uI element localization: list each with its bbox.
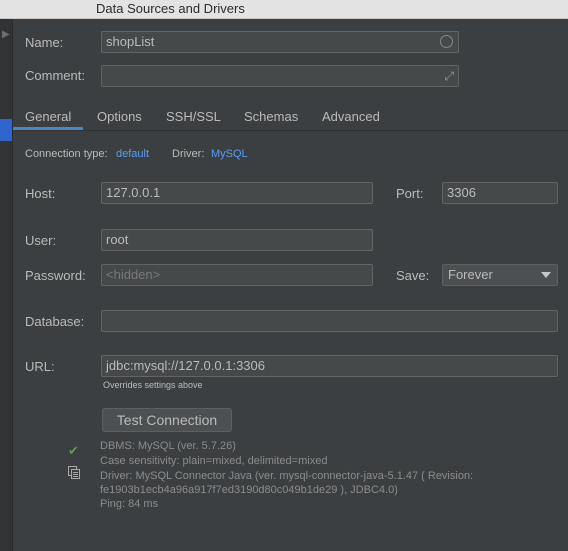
comment-field[interactable]: ⤢ (101, 65, 459, 87)
password-placeholder: <hidden> (106, 267, 161, 282)
status-line-dbms: DBMS: MySQL (ver. 5.7.26) (100, 440, 236, 452)
driver-label: Driver: (172, 148, 205, 160)
port-label: Port: (396, 186, 424, 201)
left-strip: ▶ (0, 19, 13, 551)
comment-label: Comment: (25, 68, 85, 83)
url-field[interactable]: jdbc:mysql://127.0.0.1:3306 (101, 355, 558, 377)
tab-general-label: General (25, 109, 72, 124)
tab-schemas-label: Schemas (244, 109, 299, 124)
url-value: jdbc:mysql://127.0.0.1:3306 (106, 358, 265, 373)
expand-icon[interactable]: ⤢ (444, 66, 454, 86)
copy-icon[interactable] (68, 466, 80, 479)
database-label: Database: (25, 314, 85, 329)
status-line-case: Case sensitivity: plain=mixed, delimited… (100, 455, 328, 467)
status-line-driver: Driver: MySQL Connector Java (ver. mysql… (100, 470, 474, 482)
title-bar: Data Sources and Drivers (0, 0, 568, 19)
window-title: Data Sources and Drivers (96, 1, 245, 16)
host-field[interactable]: 127.0.0.1 (101, 182, 373, 204)
chevron-down-icon (541, 272, 551, 278)
name-field[interactable]: shopList (101, 31, 459, 53)
driver-link[interactable]: MySQL (211, 148, 248, 160)
name-label: Name: (25, 35, 64, 50)
port-value: 3306 (447, 185, 476, 200)
url-hint: Overrides settings above (103, 380, 203, 390)
tab-options[interactable]: Options (97, 106, 142, 130)
collapse-arrow-icon[interactable]: ▶ (2, 29, 10, 40)
tab-schemas[interactable]: Schemas (244, 106, 298, 130)
check-icon: ✔ (68, 443, 79, 458)
status-line-ping: Ping: 84 ms (100, 498, 159, 510)
save-label: Save: (396, 268, 430, 283)
port-field[interactable]: 3306 (442, 182, 558, 204)
user-value: root (106, 232, 129, 247)
color-circle-icon[interactable] (440, 35, 453, 48)
name-value: shopList (106, 34, 155, 49)
host-label: Host: (25, 186, 56, 201)
tab-ssh-ssl[interactable]: SSH/SSL (166, 106, 221, 130)
tab-ssh-ssl-label: SSH/SSL (166, 109, 221, 124)
tab-general[interactable]: General (13, 106, 83, 130)
password-label: Password: (25, 268, 86, 283)
host-value: 127.0.0.1 (106, 185, 161, 200)
tab-bar: General Options SSH/SSL Schemas Advanced (13, 106, 568, 131)
user-field[interactable]: root (101, 229, 373, 251)
tab-advanced-label: Advanced (322, 109, 380, 124)
password-field[interactable]: <hidden> (101, 264, 373, 286)
status-line-revision: fe1903b1ecb4a96a917f7ed3190d80c049b1de29… (100, 484, 398, 496)
save-value: Forever (448, 267, 493, 282)
test-connection-label: Test Connection (116, 412, 218, 428)
url-label: URL: (25, 359, 55, 374)
test-connection-button[interactable]: Test Connection (102, 408, 232, 432)
save-dropdown[interactable]: Forever (442, 264, 558, 286)
database-field[interactable] (101, 310, 558, 332)
selection-indicator (0, 119, 12, 141)
connection-type-link[interactable]: default (116, 148, 149, 160)
connection-type-label: Connection type: (25, 148, 108, 160)
tab-options-label: Options (97, 109, 142, 124)
tab-advanced[interactable]: Advanced (322, 106, 380, 130)
user-label: User: (25, 233, 57, 248)
